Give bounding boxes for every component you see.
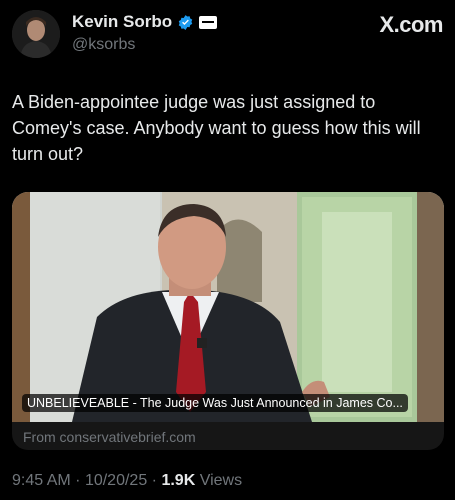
name-row: Kevin Sorbo xyxy=(72,12,218,32)
handle[interactable]: @ksorbs xyxy=(72,36,135,54)
card-source[interactable]: From conservativebrief.com xyxy=(23,429,196,445)
tweet-date[interactable]: 10/20/25 xyxy=(85,472,147,489)
views-label: Views xyxy=(199,472,243,489)
display-name[interactable]: Kevin Sorbo xyxy=(72,12,172,32)
tweet-header: Kevin Sorbo @ksorbs X.com xyxy=(12,8,443,60)
verified-badge-icon xyxy=(178,14,193,30)
affiliate-badge-icon xyxy=(199,15,218,29)
x-logo-label: X.com xyxy=(379,12,443,37)
card-caption[interactable]: UNBELIEVEABLE - The Judge Was Just Annou… xyxy=(22,394,408,412)
meta-separator: · xyxy=(151,472,157,489)
card-image[interactable] xyxy=(12,192,444,422)
avatar[interactable] xyxy=(12,10,60,58)
meta-separator: · xyxy=(75,472,81,489)
tweet-text: A Biden-appointee judge was just assigne… xyxy=(12,92,421,164)
link-card[interactable]: UNBELIEVEABLE - The Judge Was Just Annou… xyxy=(12,192,444,450)
views-count[interactable]: 1.9K xyxy=(161,472,195,489)
tweet-time[interactable]: 9:45 AM xyxy=(12,472,71,489)
tweet-meta: 9:45 AM · 10/20/25 · 1.9K Views xyxy=(12,472,242,490)
